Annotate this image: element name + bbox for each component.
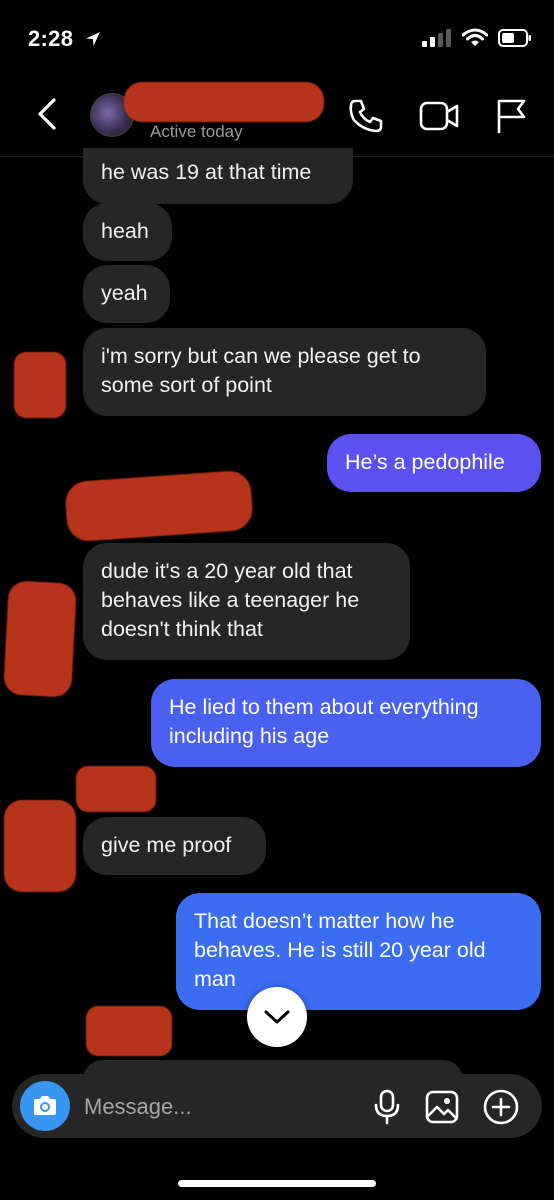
image-icon xyxy=(425,1090,459,1124)
message-incoming[interactable]: dude it's a 20 year old that behaves lik… xyxy=(83,543,410,660)
message-outgoing[interactable]: He lied to them about everything includi… xyxy=(151,679,541,767)
add-content-button[interactable] xyxy=(482,1088,520,1126)
status-icons xyxy=(422,28,532,48)
microphone-icon xyxy=(374,1089,400,1125)
camera-button[interactable] xyxy=(20,1081,70,1131)
message-input[interactable] xyxy=(82,1074,346,1140)
message-outgoing[interactable]: That doesn’t matter how he behaves. He i… xyxy=(176,893,541,1010)
message-incoming[interactable]: yeah xyxy=(83,265,170,323)
chevron-down-icon xyxy=(264,1010,290,1024)
report-button[interactable] xyxy=(492,96,530,136)
gallery-button[interactable] xyxy=(424,1089,460,1125)
redaction-mark xyxy=(86,1006,172,1056)
microphone-button[interactable] xyxy=(370,1088,404,1126)
status-time: 2:28 xyxy=(28,26,102,52)
back-button[interactable] xyxy=(30,94,66,134)
video-call-button[interactable] xyxy=(418,98,460,134)
home-indicator xyxy=(178,1180,376,1187)
message-incoming[interactable]: i'm sorry but can we please get to some … xyxy=(83,328,486,416)
camera-icon xyxy=(34,1096,56,1115)
message-incoming[interactable]: he was 19 at that time xyxy=(83,148,353,204)
battery-icon xyxy=(498,29,531,47)
message-incoming[interactable]: heah xyxy=(83,203,172,261)
wifi-icon xyxy=(462,28,488,46)
redaction-mark xyxy=(3,580,77,698)
flag-icon xyxy=(497,99,526,134)
location-arrow-icon xyxy=(85,32,100,46)
active-status: Active today xyxy=(150,122,243,141)
call-button[interactable] xyxy=(346,96,386,136)
redaction-mark xyxy=(4,800,76,892)
scroll-to-bottom-button[interactable] xyxy=(247,987,307,1047)
redaction-mark xyxy=(76,766,156,812)
plus-circle-icon xyxy=(483,1089,519,1125)
message-composer xyxy=(12,1074,542,1140)
redaction-mark xyxy=(64,469,254,543)
message-incoming[interactable]: give me proof xyxy=(83,817,266,875)
message-outgoing[interactable]: He’s a pedophile xyxy=(327,434,541,492)
phone-icon xyxy=(349,99,383,133)
redaction-mark xyxy=(14,352,66,418)
chat-header: Active today xyxy=(0,76,554,157)
cellular-signal-icon xyxy=(422,29,451,47)
redaction-mark xyxy=(124,82,324,122)
video-camera-icon xyxy=(419,101,459,131)
chevron-left-icon xyxy=(38,98,56,130)
